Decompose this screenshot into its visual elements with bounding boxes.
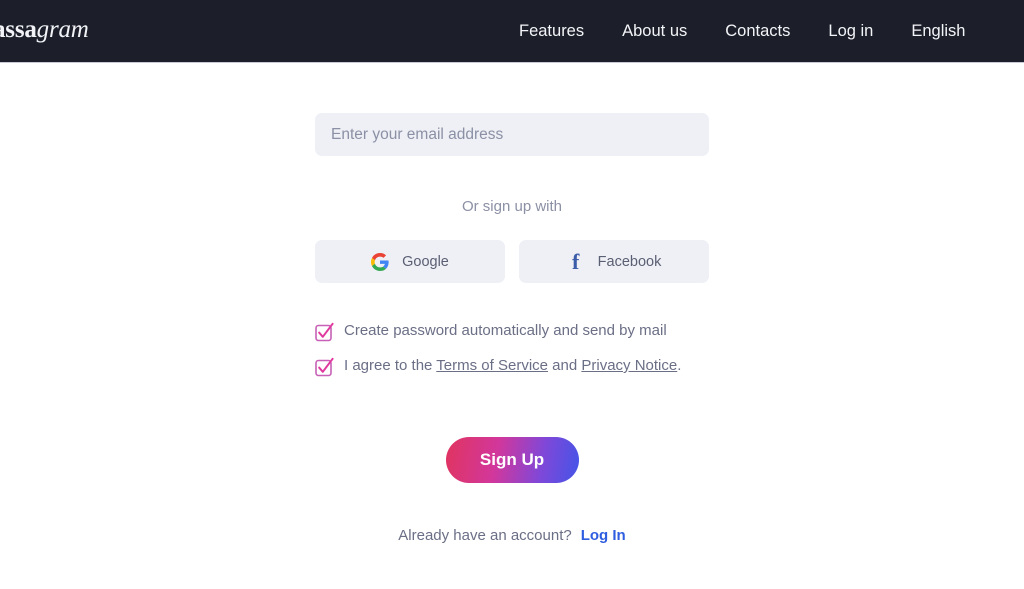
checked-checkbox-icon[interactable] (315, 322, 334, 343)
or-sign-up-with-label: Or sign up with (461, 198, 563, 215)
sign-up-button[interactable]: Sign Up (445, 437, 579, 483)
checkbox-label-auto-password: Create password automatically and send b… (344, 322, 667, 339)
nav-link-about-us[interactable]: About us (603, 22, 706, 41)
checkbox-row-terms[interactable]: I agree to the Terms of Service and Priv… (315, 356, 709, 378)
terms-text-after: . (677, 357, 682, 374)
nav-link-features[interactable]: Features (500, 22, 603, 41)
facebook-signup-label: Facebook (597, 253, 662, 270)
log-in-link[interactable]: Log In (581, 527, 626, 544)
checkbox-row-auto-password[interactable]: Create password automatically and send b… (315, 321, 709, 343)
nav-link-contacts[interactable]: Contacts (706, 22, 809, 41)
terms-text-middle: and (548, 357, 582, 374)
terms-text-before: I agree to the (344, 357, 437, 374)
social-signup-row: Google f Facebook (315, 240, 709, 283)
login-prompt-text: Already have an account? (398, 527, 572, 544)
google-signup-label: Google (402, 253, 449, 270)
privacy-notice-link[interactable]: Privacy Notice (581, 357, 677, 374)
checkbox-label-terms: I agree to the Terms of Service and Priv… (344, 356, 681, 376)
google-g-icon (371, 252, 389, 271)
nav-link-log-in[interactable]: Log in (809, 22, 892, 41)
facebook-signup-button[interactable]: f Facebook (519, 240, 709, 283)
consent-checkbox-group: Create password automatically and send b… (315, 321, 709, 391)
checked-checkbox-icon[interactable] (315, 357, 334, 378)
main-nav: Features About us Contacts Log in Englis… (500, 0, 984, 63)
brand-logo-italic: gram (36, 16, 89, 43)
login-prompt-row: Already have an account? Log In (398, 527, 625, 544)
brand-logo[interactable]: assagram (0, 16, 89, 44)
nav-link-english[interactable]: English (892, 22, 984, 41)
terms-of-service-link[interactable]: Terms of Service (436, 357, 548, 374)
brand-logo-bold: assa (0, 16, 37, 43)
site-header: assagram Features About us Contacts Log … (0, 0, 1024, 63)
email-input[interactable] (315, 113, 709, 156)
google-signup-button[interactable]: Google (315, 240, 505, 283)
signup-page: Or sign up with Google f Facebook (0, 63, 1024, 544)
facebook-f-icon: f (571, 248, 580, 274)
